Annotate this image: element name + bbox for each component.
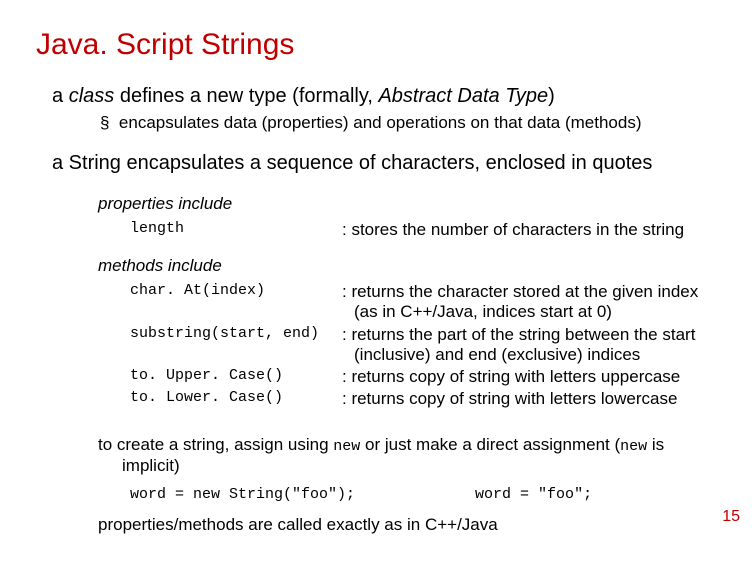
code-new: new: [620, 438, 647, 455]
text: ): [548, 85, 555, 107]
italic-text: Abstract Data Type: [378, 85, 548, 107]
text: : returns the part of the string between…: [342, 325, 695, 344]
code-length: length: [130, 220, 342, 237]
italic-text: class: [69, 85, 115, 107]
code-new: new: [333, 438, 360, 455]
desc-substring: : returns the part of the string between…: [342, 325, 695, 365]
text: encapsulates data (properties) and opera…: [119, 113, 642, 132]
desc-tolowercase: : returns copy of string with letters lo…: [342, 389, 677, 409]
example-direct-assign: word = "foo";: [475, 486, 592, 503]
text: a: [52, 85, 69, 107]
code-examples-row: word = new String("foo"); word = "foo";: [130, 486, 720, 503]
desc-charat: : returns the character stored at the gi…: [342, 282, 698, 322]
encapsulates-bullet: § encapsulates data (properties) and ope…: [100, 113, 720, 133]
properties-include-label: properties include: [98, 194, 720, 214]
text: or just make a direct assignment (: [360, 435, 620, 454]
slide-title: Java. Script Strings: [36, 28, 720, 62]
example-new-string: word = new String("foo");: [130, 486, 355, 503]
text: defines a new type (formally,: [114, 85, 378, 107]
text: (as in C++/Java, indices start at 0): [342, 302, 698, 322]
desc-touppercase: : returns copy of string with letters up…: [342, 367, 680, 387]
property-row-length: length : stores the number of characters…: [130, 220, 720, 240]
method-row-touppercase: to. Upper. Case() : returns copy of stri…: [130, 367, 720, 387]
method-row-substring: substring(start, end) : returns the part…: [130, 325, 720, 365]
bullet-square-icon: §: [100, 113, 119, 132]
code-tolowercase: to. Lower. Case(): [130, 389, 342, 406]
code-substring: substring(start, end): [130, 325, 342, 342]
desc-length: : stores the number of characters in the…: [342, 220, 684, 240]
string-encapsulates-line: a String encapsulates a sequence of char…: [52, 151, 720, 176]
class-definition-line: a class defines a new type (formally, Ab…: [52, 84, 720, 109]
methods-include-label: methods include: [98, 256, 720, 276]
code-touppercase: to. Upper. Case(): [130, 367, 342, 384]
code-charat: char. At(index): [130, 282, 342, 299]
text: to create a string, assign using: [98, 435, 333, 454]
create-string-line: to create a string, assign using new or …: [98, 435, 720, 476]
method-row-charat: char. At(index) : returns the character …: [130, 282, 720, 322]
text: : returns the character stored at the gi…: [342, 282, 698, 301]
method-row-tolowercase: to. Lower. Case() : returns copy of stri…: [130, 389, 720, 409]
text: (inclusive) and end (exclusive) indices: [342, 345, 695, 365]
page-number: 15: [722, 508, 740, 526]
final-note: properties/methods are called exactly as…: [98, 515, 720, 535]
